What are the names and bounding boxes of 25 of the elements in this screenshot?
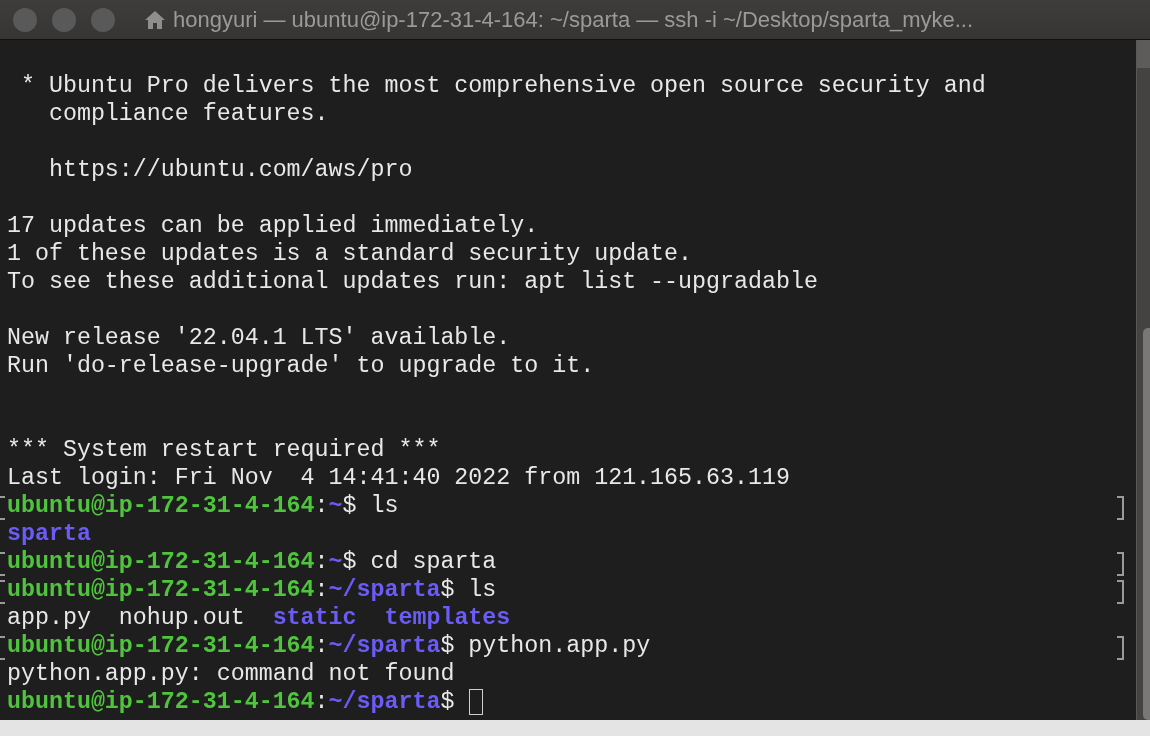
output-line: python.app.py: command not found: [6, 660, 455, 688]
prompt-line: ubuntu@ip-172-31-4-164:~$ cd sparta: [6, 548, 497, 576]
window-title: hongyuri — ubuntu@ip-172-31-4-164: ~/sparta — ssh -i ~/Desktop/sparta_myke...: [173, 6, 974, 33]
output-line: Last login: Fri Nov 4 14:41:40 2022 from 121.165.63.119: [6, 464, 790, 492]
scrollbar-thumb[interactable]: [1143, 328, 1150, 720]
output-line: *** System restart required ***: [6, 436, 441, 464]
prompt-line: ubuntu@ip-172-31-4-164:~/sparta$ python.app.py: [6, 632, 651, 660]
output-line: sparta: [6, 520, 91, 548]
prompt-line: ubuntu@ip-172-31-4-164:~/sparta$ ls: [6, 576, 497, 604]
home-icon: [144, 8, 166, 31]
output-line: app.py nohup.out static templates: [6, 604, 511, 632]
output-line: 17 updates can be applied immediately.: [6, 212, 539, 240]
output-line: compliance features.: [47, 100, 329, 128]
minimize-button[interactable]: [52, 7, 76, 32]
close-button[interactable]: [13, 7, 37, 32]
output-line: * Ubuntu Pro delivers the most comprehensive open source security and: [19, 72, 986, 100]
output-line: 1 of these updates is a standard security update.: [6, 240, 693, 268]
output-line: To see these additional updates run: apt list --upgradable: [6, 268, 818, 296]
output-line: https://ubuntu.com/aws/pro: [47, 156, 413, 184]
output-line: Run 'do-release-upgrade' to upgrade to it.: [6, 352, 595, 380]
output-line: New release '22.04.1 LTS' available.: [6, 324, 511, 352]
prompt-line: ubuntu@ip-172-31-4-164:~$ ls: [6, 492, 399, 520]
zoom-button[interactable]: [91, 7, 115, 32]
scrollbar[interactable]: [1136, 40, 1150, 720]
prompt-line: ubuntu@ip-172-31-4-164:~/sparta$: [6, 688, 456, 716]
